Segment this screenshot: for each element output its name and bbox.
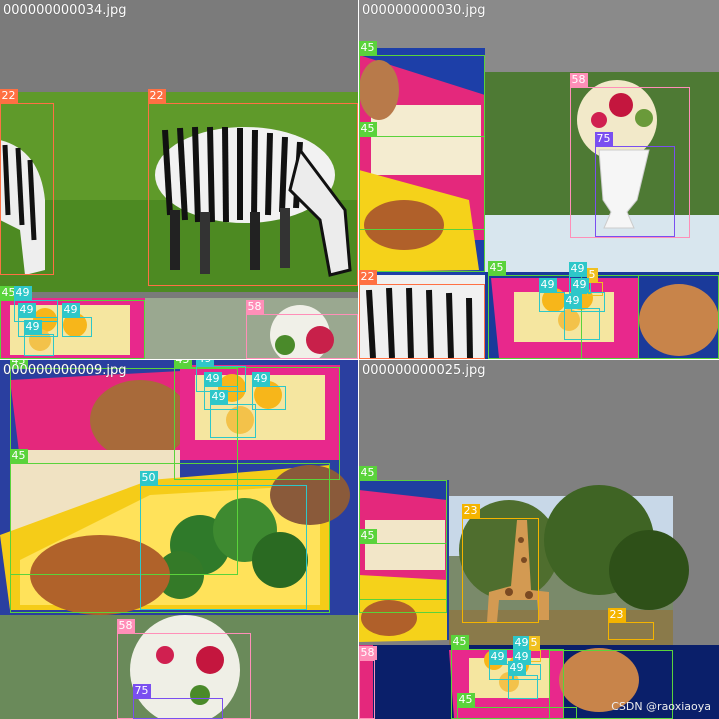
- broccoli-box: 50: [139, 471, 307, 610]
- bowl-label: 45: [359, 466, 377, 480]
- five-box: 5: [528, 636, 541, 662]
- tile-1: 000000000034.jpg 22 22 45 49 49 49 49 58: [0, 0, 358, 359]
- tile-4: 000000000025.jpg 45 45 23 23 58 45 45 49…: [359, 360, 719, 719]
- zebra-box-left: 22: [0, 89, 54, 275]
- giraffe-label: 23: [607, 608, 626, 622]
- orange-label: 49: [563, 294, 582, 308]
- bowl-box: 45: [359, 122, 485, 230]
- bowl-label: 45: [359, 41, 377, 55]
- giraffe-label: 23: [461, 504, 480, 518]
- orange-box: 49: [251, 372, 286, 410]
- orange-label: 49: [195, 360, 214, 366]
- bowl-box: 45: [359, 529, 447, 613]
- watermark: CSDN @raoxiaoya: [611, 700, 711, 713]
- pottedplant-label: 58: [569, 73, 588, 87]
- tile-4-filename: 000000000025.jpg: [362, 363, 486, 378]
- bowl-label: 45: [487, 261, 506, 275]
- broccoli-label: 50: [139, 471, 158, 485]
- orange-label: 49: [61, 303, 80, 317]
- orange-box: 49: [23, 320, 54, 356]
- orange-label: 49: [570, 278, 589, 292]
- vase-label: 75: [594, 132, 613, 146]
- five-label: 5: [528, 636, 540, 650]
- orange-label: 49: [251, 372, 270, 386]
- orange-label: 49: [203, 372, 222, 386]
- pottedplant-label: 58: [245, 300, 264, 314]
- tile-3: 000000000009.jpg 45 45 45 50 49 49 49 49…: [0, 360, 358, 719]
- bowl-label: 45: [450, 635, 469, 649]
- vase-box: 75: [132, 684, 223, 719]
- orange-label: 49: [488, 650, 507, 664]
- pottedplant-label: 58: [359, 646, 377, 660]
- orange-label: 49: [17, 303, 36, 317]
- bowl-label: 45: [359, 122, 377, 136]
- pottedplant-box: 58: [245, 300, 358, 359]
- zebra-box-right: 22: [147, 89, 358, 286]
- orange-box: 49: [507, 661, 538, 699]
- vase-box: 75: [594, 132, 675, 237]
- orange-label: 49: [538, 278, 557, 292]
- horizontal-divider: [0, 359, 719, 360]
- orange-box: 49: [538, 278, 565, 312]
- bowl-label: 45: [456, 693, 475, 707]
- tile-2-filename: 000000000030.jpg: [362, 3, 486, 18]
- orange-label: 49: [23, 320, 42, 334]
- zebra-box: 22: [359, 270, 485, 359]
- orange-label: 49: [209, 390, 228, 404]
- tile-3-filename: 000000000009.jpg: [3, 363, 127, 378]
- orange-box: 49: [563, 294, 600, 340]
- vase-label: 75: [132, 684, 151, 698]
- zebra-label: 22: [359, 270, 377, 284]
- orange-label: 49: [568, 262, 587, 276]
- tile-1-filename: 000000000034.jpg: [3, 3, 127, 18]
- tile-2: 000000000030.jpg 45 45 58 75 22 45 49 5 …: [359, 0, 719, 359]
- bowl-label: 45: [359, 529, 377, 543]
- giraffe-box: 23: [461, 504, 539, 623]
- orange-label: 49: [13, 286, 32, 300]
- zebra-label: 22: [147, 89, 166, 103]
- pottedplant-box: 58: [359, 646, 377, 719]
- orange-label: 49: [507, 661, 526, 675]
- bowl-box: 45: [456, 693, 577, 719]
- orange-box: 49: [209, 390, 256, 438]
- zebra-label: 22: [0, 89, 18, 103]
- bowl-label: 45: [9, 449, 28, 463]
- pottedplant-label: 58: [116, 619, 135, 633]
- bowl-label: 45: [173, 360, 192, 367]
- orange-box: 49: [61, 303, 92, 337]
- giraffe-box: 23: [607, 608, 654, 640]
